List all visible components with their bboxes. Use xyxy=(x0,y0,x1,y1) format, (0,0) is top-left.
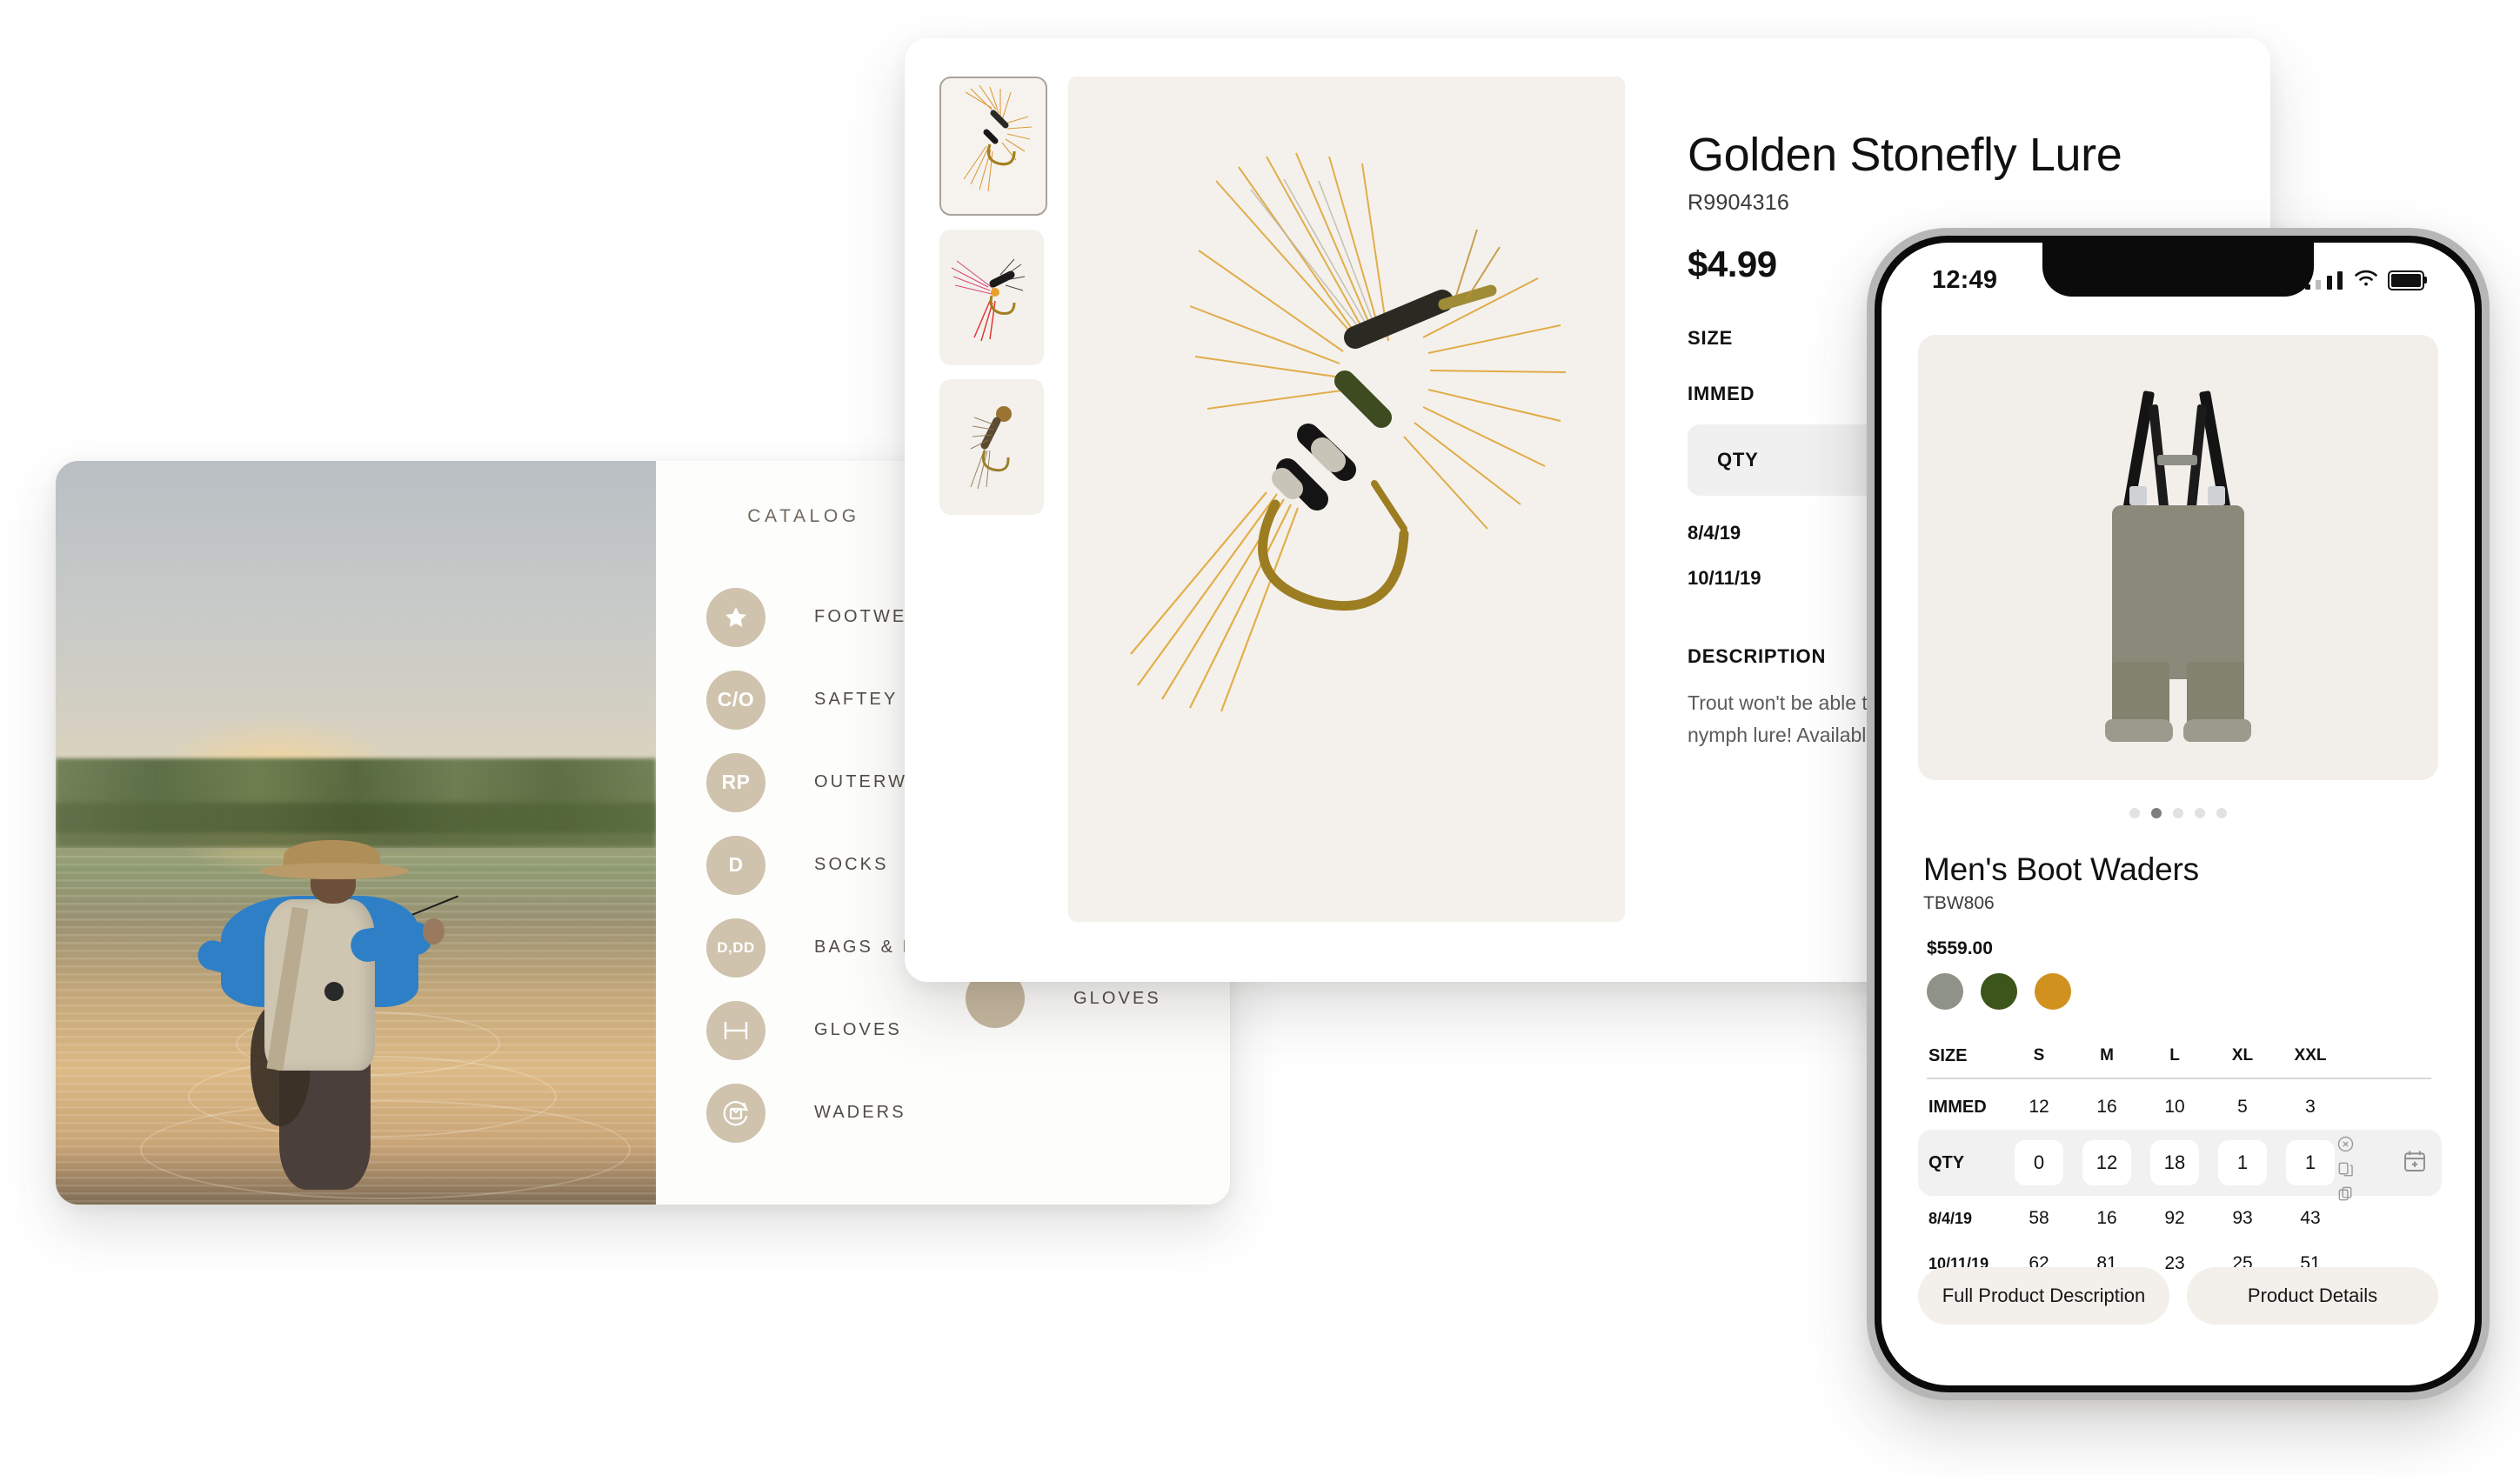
row-label: IMMED xyxy=(1928,1097,1987,1117)
cell: 16 xyxy=(2096,1208,2117,1228)
thumbnail-brown-nymph[interactable] xyxy=(939,379,1044,515)
cell: 16 xyxy=(2096,1097,2117,1117)
battery-icon xyxy=(2388,270,2427,290)
calendar-plus-button[interactable] xyxy=(2388,1130,2442,1196)
calendar-plus-icon xyxy=(2402,1148,2428,1178)
status-bar: 12:49 xyxy=(1882,262,2475,298)
catalog-item-label: GLOVES xyxy=(1073,988,1161,1008)
catalog-item-waders[interactable]: WADERS xyxy=(706,1071,1230,1154)
wifi-icon xyxy=(2354,269,2378,291)
qty-cell[interactable]: 18 xyxy=(2141,1140,2209,1185)
carousel-dot[interactable] xyxy=(2195,808,2205,818)
phone-product-sku: TBW806 xyxy=(1923,893,1995,913)
waders-icon xyxy=(706,1083,765,1143)
qty-input-l[interactable]: 18 xyxy=(2150,1140,2199,1185)
cell: 43 xyxy=(2300,1208,2321,1228)
carousel-dot[interactable] xyxy=(2216,808,2227,818)
size-col-xxl: XXL xyxy=(2294,1046,2327,1065)
golden-stonefly-illustration xyxy=(1130,152,1567,712)
star-icon xyxy=(706,587,765,647)
table-divider xyxy=(1927,1078,2431,1079)
copy-icon[interactable] xyxy=(2336,1160,2355,1183)
size-col-s: S xyxy=(2033,1046,2045,1065)
size-col-l: L xyxy=(2169,1046,2180,1065)
status-time: 12:49 xyxy=(1932,265,1998,294)
color-swatch-sage-gray[interactable] xyxy=(1927,973,1963,1010)
qty-cell[interactable]: 12 xyxy=(2073,1140,2141,1185)
size-col-xl: XL xyxy=(2231,1046,2254,1065)
carousel-dot[interactable] xyxy=(2173,808,2183,818)
phone-screen: 12:49 Men's Boot Waders TBW806 $559.00 S… xyxy=(1882,243,2475,1385)
main-product-image xyxy=(1068,77,1625,922)
thumbnail-golden-stonefly[interactable] xyxy=(939,77,1047,216)
ddd-badge: D,DD xyxy=(706,918,765,978)
phone-product-image xyxy=(1918,335,2438,780)
phone-bezel: 12:49 Men's Boot Waders TBW806 $559.00 S… xyxy=(1875,236,2482,1392)
hand xyxy=(423,918,445,944)
circle-x-icon[interactable] xyxy=(2336,1135,2355,1158)
catalog-item-label: GLOVES xyxy=(814,1020,902,1039)
fishing-reel xyxy=(324,981,344,1001)
qty-cell[interactable]: 1 xyxy=(2209,1140,2276,1185)
rp-badge: RP xyxy=(706,752,765,812)
status-icons xyxy=(2304,269,2427,291)
product-title: Golden Stonefly Lure xyxy=(1688,129,2122,181)
qty-label: QTY xyxy=(1717,448,1759,471)
row-label: QTY xyxy=(1928,1152,1965,1172)
size-header: SIZE xyxy=(1928,1045,1968,1065)
qty-cell[interactable]: 1 xyxy=(2276,1140,2344,1185)
cell: 10 xyxy=(2164,1097,2185,1117)
carousel-dot[interactable] xyxy=(2129,808,2140,818)
qty-row-actions[interactable] xyxy=(2336,1135,2355,1208)
product-sku: R9904316 xyxy=(1688,190,1789,215)
phone-mockup: 12:49 Men's Boot Waders TBW806 $559.00 S… xyxy=(1867,228,2490,1400)
cell: 58 xyxy=(2029,1208,2049,1228)
hero-photo xyxy=(56,461,656,1205)
hat-brim xyxy=(259,862,409,879)
product-details-button[interactable]: Product Details xyxy=(2187,1267,2438,1325)
color-swatch-golden-brown[interactable] xyxy=(2035,973,2071,1010)
thumbnail-rail xyxy=(939,77,1047,982)
co-badge: C/O xyxy=(706,670,765,730)
qty-input-xl[interactable]: 1 xyxy=(2218,1140,2267,1185)
phone-action-buttons: Full Product Description Product Details xyxy=(1918,1267,2438,1325)
cell: 3 xyxy=(2305,1097,2316,1117)
catalog-item-label: WADERS xyxy=(814,1103,906,1122)
qty-input-xxl[interactable]: 1 xyxy=(2286,1140,2335,1185)
cell: 12 xyxy=(2029,1097,2049,1117)
color-swatches[interactable] xyxy=(1927,973,2071,1010)
size-col-m: M xyxy=(2100,1046,2114,1065)
color-swatch-dark-olive[interactable] xyxy=(1981,973,2017,1010)
catalog-item-label: SOCKS xyxy=(814,855,889,874)
row-label: 8/4/19 xyxy=(1928,1209,1973,1227)
thumbnail-red-streamer[interactable] xyxy=(939,230,1044,365)
cell: 5 xyxy=(2237,1097,2248,1117)
full-product-description-button[interactable]: Full Product Description xyxy=(1918,1267,2169,1325)
table-row-immed: IMMED 12 16 10 5 3 xyxy=(1918,1085,2438,1130)
qty-input-s[interactable]: 0 xyxy=(2015,1140,2063,1185)
qty-input-m[interactable]: 12 xyxy=(2082,1140,2131,1185)
table-row-qty[interactable]: QTY 0 12 18 1 1 xyxy=(1918,1130,2442,1201)
phone-product-price: $559.00 xyxy=(1927,938,1993,958)
table-header-row: SIZE S M L XL XXL xyxy=(1918,1036,2438,1076)
d-badge: D xyxy=(706,835,765,895)
gloves-icon xyxy=(706,1000,765,1060)
table-row-date-1: 8/4/19 58 16 92 93 43 xyxy=(1918,1196,2438,1241)
cellular-signal-icon xyxy=(2304,270,2344,290)
phone-product-title: Men's Boot Waders xyxy=(1923,851,2199,887)
duplicate-icon[interactable] xyxy=(2336,1185,2355,1208)
image-carousel-dots[interactable] xyxy=(1882,808,2475,818)
carousel-dot-active[interactable] xyxy=(2151,808,2162,818)
qty-cell[interactable]: 0 xyxy=(2005,1140,2073,1185)
size-quantity-table: SIZE S M L XL XXL IMMED 12 16 10 5 3 QTY… xyxy=(1918,1036,2442,1286)
angler-figure xyxy=(194,833,459,1205)
cell: 93 xyxy=(2232,1208,2253,1228)
boot-waders-illustration xyxy=(2091,375,2265,742)
cell: 92 xyxy=(2164,1208,2185,1228)
